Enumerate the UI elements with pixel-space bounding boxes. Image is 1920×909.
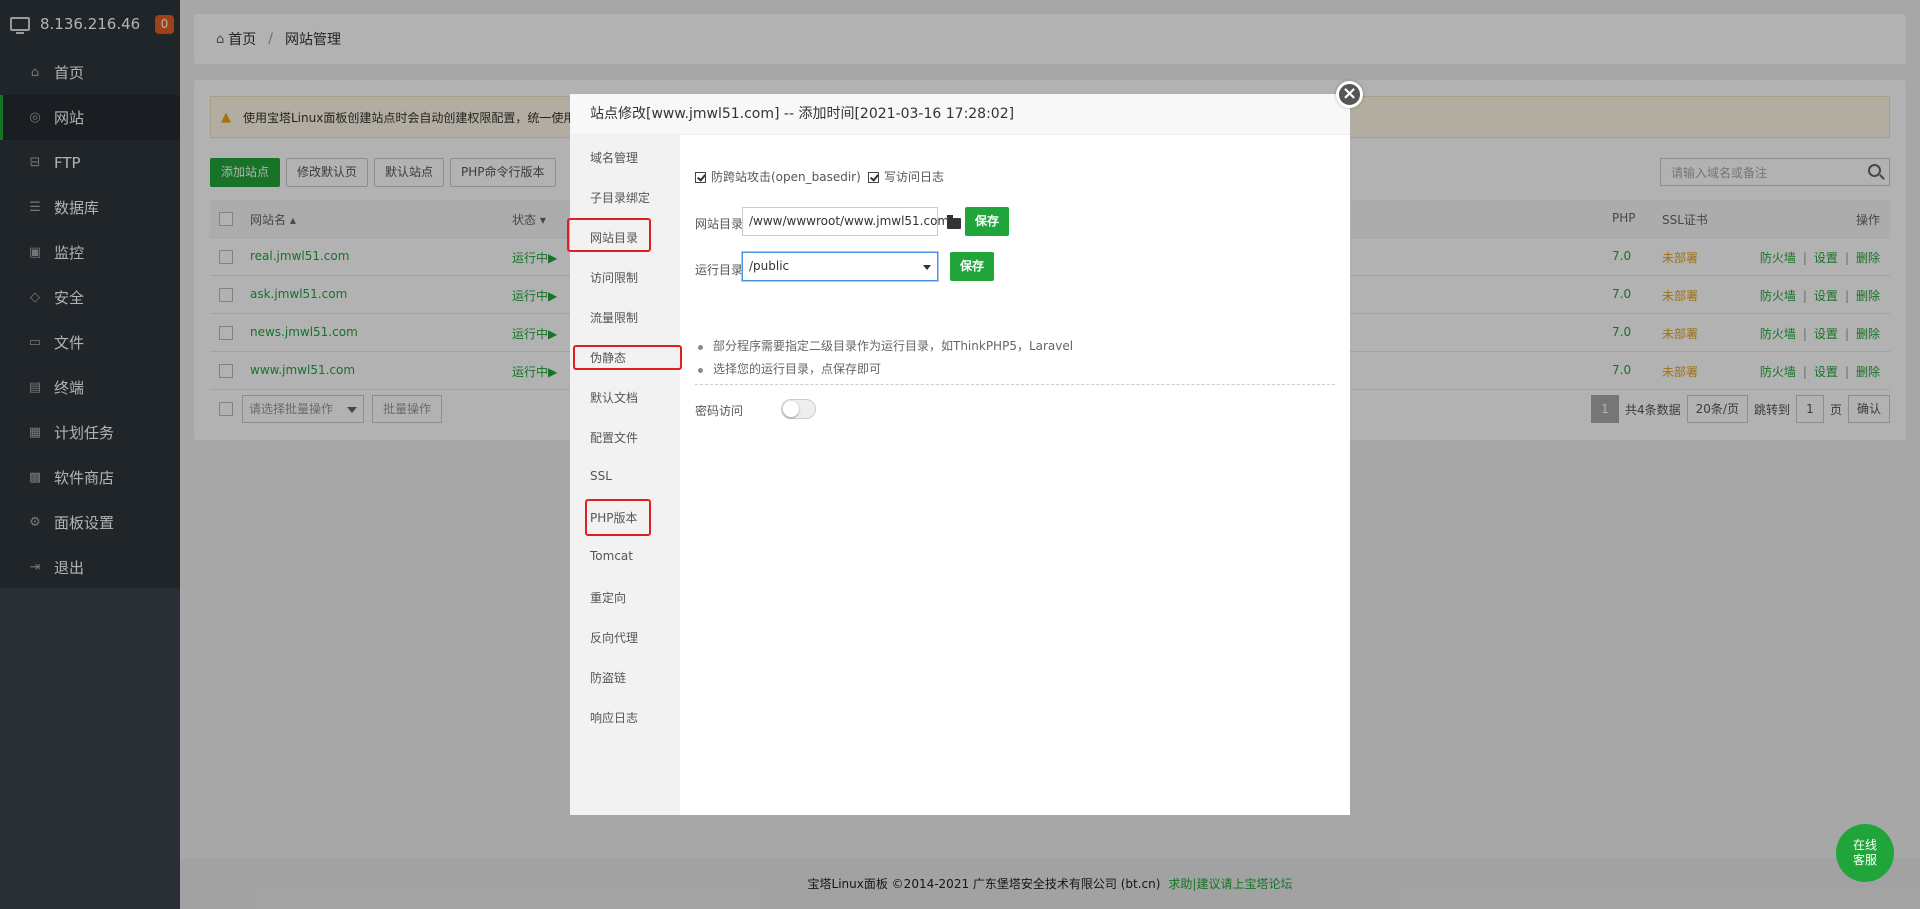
site-dir-label: 网站目录 [695, 217, 744, 231]
site-edit-dialog: 站点修改[www.jmwl51.com] -- 添加时间[2021-03-16 … [567, 81, 1363, 815]
nav-domain[interactable]: 域名管理 [590, 149, 638, 166]
password-access-toggle[interactable] [781, 399, 816, 419]
checkbox-checked-icon[interactable] [868, 172, 879, 183]
tips-list: 部分程序需要指定二级目录作为运行目录，如ThinkPHP5，Laravel 选择… [695, 335, 1073, 381]
save-run-dir-button[interactable]: 保存 [950, 252, 995, 281]
nav-subdir[interactable]: 子目录绑定 [590, 189, 650, 206]
nav-config-file[interactable]: 配置文件 [590, 429, 638, 446]
nav-access-limit[interactable]: 访问限制 [590, 269, 638, 286]
nav-hotlink[interactable]: 防盗链 [590, 669, 626, 686]
online-support-button[interactable]: 在线 客服 [1836, 824, 1894, 882]
nav-ssl[interactable]: SSL [590, 469, 612, 483]
highlight-site-dir [567, 218, 651, 252]
open-basedir-option[interactable]: 防跨站攻击(open_basedir) [695, 168, 861, 185]
checkbox-checked-icon[interactable] [695, 172, 706, 183]
close-icon[interactable]: × [1336, 81, 1363, 108]
run-dir-label: 运行目录 [695, 263, 744, 277]
highlight-rewrite [573, 345, 682, 370]
nav-traffic-limit[interactable]: 流量限制 [590, 309, 638, 326]
tip-item: 部分程序需要指定二级目录作为运行目录，如ThinkPHP5，Laravel [695, 335, 1073, 358]
nav-default-doc[interactable]: 默认文档 [590, 389, 638, 406]
password-access-label: 密码访问 [695, 404, 744, 418]
save-site-dir-button[interactable]: 保存 [965, 207, 1010, 236]
tip-item: 选择您的运行目录，点保存即可 [695, 358, 1073, 381]
divider [695, 384, 1335, 385]
nav-redirect[interactable]: 重定向 [590, 589, 626, 606]
nav-reverse-proxy[interactable]: 反向代理 [590, 629, 638, 646]
folder-open-icon[interactable] [947, 215, 961, 229]
highlight-php-version [585, 499, 651, 536]
run-dir-select[interactable]: /public [742, 252, 938, 281]
access-log-option[interactable]: 写访问日志 [868, 168, 944, 185]
nav-tomcat[interactable]: Tomcat [590, 549, 633, 563]
site-dir-input[interactable]: /www/wwwroot/www.jmwl51.com [742, 207, 949, 236]
dialog-body: 防跨站攻击(open_basedir) 写访问日志 网站目录 /www/wwwr… [680, 135, 1350, 815]
chevron-down-icon [923, 265, 931, 270]
nav-response-log[interactable]: 响应日志 [590, 709, 638, 726]
dialog-title: 站点修改[www.jmwl51.com] -- 添加时间[2021-03-16 … [570, 94, 1350, 135]
